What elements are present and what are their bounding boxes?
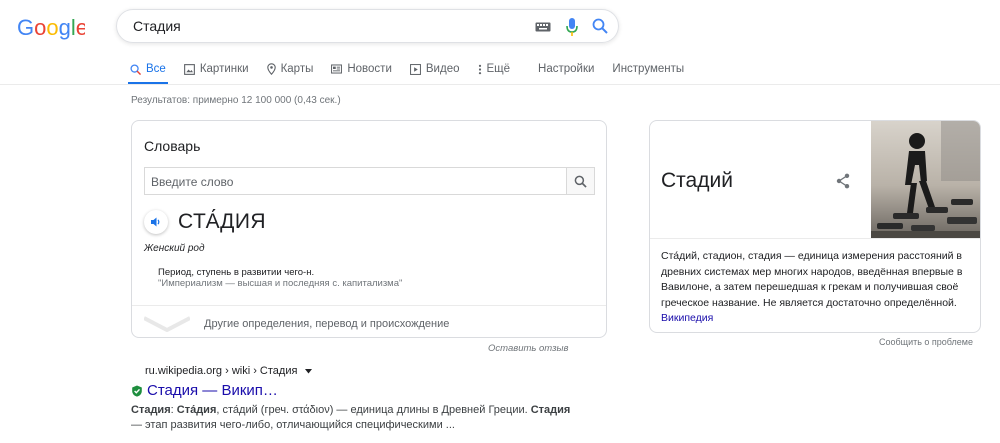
more-vert-icon	[478, 64, 481, 74]
tab-label: Все	[146, 63, 166, 75]
header-divider	[0, 84, 1000, 85]
tab-label: Карты	[280, 63, 314, 75]
result-title-row[interactable]: Стадия — Викип…	[131, 382, 278, 399]
word-example: "Империализм — высшая и последняя с. кап…	[158, 278, 403, 289]
search-icon	[574, 175, 587, 188]
search-icon	[130, 63, 141, 75]
image-icon	[183, 63, 195, 75]
tab-label: Инструменты	[612, 63, 685, 75]
knowledge-panel-description: Ста́дий, стадион, стадия — единица измер…	[661, 249, 971, 327]
wikipedia-link[interactable]: Википедия	[661, 312, 713, 324]
news-icon	[331, 64, 343, 74]
knowledge-panel-title: Стадий	[661, 169, 733, 192]
tab-label: Настройки	[538, 63, 595, 75]
google-logo[interactable]: Google	[17, 14, 85, 40]
tab-label: Новости	[347, 63, 392, 75]
dictionary-title: Словарь	[144, 138, 201, 154]
tab-label: Картинки	[199, 63, 249, 75]
snippet-text: — этап развития чего-либо, отличающийся …	[131, 419, 455, 431]
snippet-bold: Стадия	[131, 404, 171, 416]
tab-all[interactable]: Все	[128, 59, 168, 85]
description-text: Ста́дий, стадион, стадия — единица измер…	[661, 250, 963, 309]
result-snippet: Стадия: Ста́дия, ста́дий (греч. στάδιον)…	[131, 403, 571, 433]
dictionary-divider	[132, 305, 606, 306]
tab-label: Ещё	[486, 63, 511, 75]
knowledge-panel-divider	[650, 238, 980, 239]
more-definitions-toggle[interactable]: Другие определения, перевод и происхожде…	[144, 316, 449, 332]
microphone-icon[interactable]	[566, 18, 578, 36]
speaker-icon	[151, 217, 160, 227]
result-title[interactable]: Стадия — Викип…	[147, 382, 278, 399]
search-tabs: Все Картинки Карты Новости Видео Ещё Нас…	[128, 59, 702, 85]
tab-tools[interactable]: Инструменты	[612, 59, 684, 79]
breadcrumb-text: ru.wikipedia.org › wiki › Стадия	[145, 365, 298, 377]
word-definition: Период, ступень в развитии чего-н.	[158, 267, 315, 278]
word-gender: Женский род	[144, 243, 205, 254]
dictionary-input[interactable]: Введите слово	[144, 167, 566, 195]
snippet-bold: Стадия	[530, 404, 571, 416]
keyboard-icon[interactable]	[535, 22, 551, 32]
dictionary-card: Словарь Введите слово СТА́ДИЯ Женский ро…	[131, 120, 607, 338]
svg-text:Google: Google	[17, 15, 85, 40]
knowledge-panel-image[interactable]	[871, 121, 981, 238]
search-icon[interactable]	[592, 18, 608, 34]
knowledge-panel: Стадий Ста́дий, стадион, стадия — единиц…	[649, 120, 981, 333]
result-breadcrumb[interactable]: ru.wikipedia.org › wiki › Стадия	[145, 365, 313, 377]
more-definitions-label: Другие определения, перевод и происхожде…	[204, 318, 450, 330]
tab-video[interactable]: Видео	[409, 59, 460, 79]
tab-label: Видео	[425, 63, 460, 75]
tab-settings[interactable]: Настройки	[538, 59, 594, 79]
share-icon[interactable]	[836, 173, 850, 189]
dictionary-word: СТА́ДИЯ	[178, 210, 267, 233]
search-input[interactable]: Стадия	[133, 18, 181, 34]
tab-images[interactable]: Картинки	[183, 59, 249, 79]
tab-news[interactable]: Новости	[331, 59, 392, 79]
tab-more[interactable]: Ещё	[478, 59, 511, 79]
report-problem-link[interactable]: Сообщить о проблеме	[879, 337, 973, 347]
search-box[interactable]: Стадия	[116, 9, 619, 43]
caret-down-icon[interactable]	[305, 368, 313, 374]
chevron-down-icon	[144, 316, 190, 332]
results-stats: Результатов: примерно 12 100 000 (0,43 с…	[131, 95, 341, 106]
pronunciation-button[interactable]	[144, 210, 168, 234]
tab-maps[interactable]: Карты	[266, 59, 314, 79]
play-icon	[409, 63, 421, 75]
map-pin-icon	[266, 63, 276, 75]
verified-icon	[132, 385, 142, 397]
feedback-link[interactable]: Оставить отзыв	[488, 343, 568, 354]
snippet-bold: Ста́дия	[176, 404, 217, 416]
dictionary-search-button[interactable]	[566, 167, 595, 195]
snippet-text: , ста́дий (греч. στάδιον) — единица длин…	[216, 404, 531, 416]
